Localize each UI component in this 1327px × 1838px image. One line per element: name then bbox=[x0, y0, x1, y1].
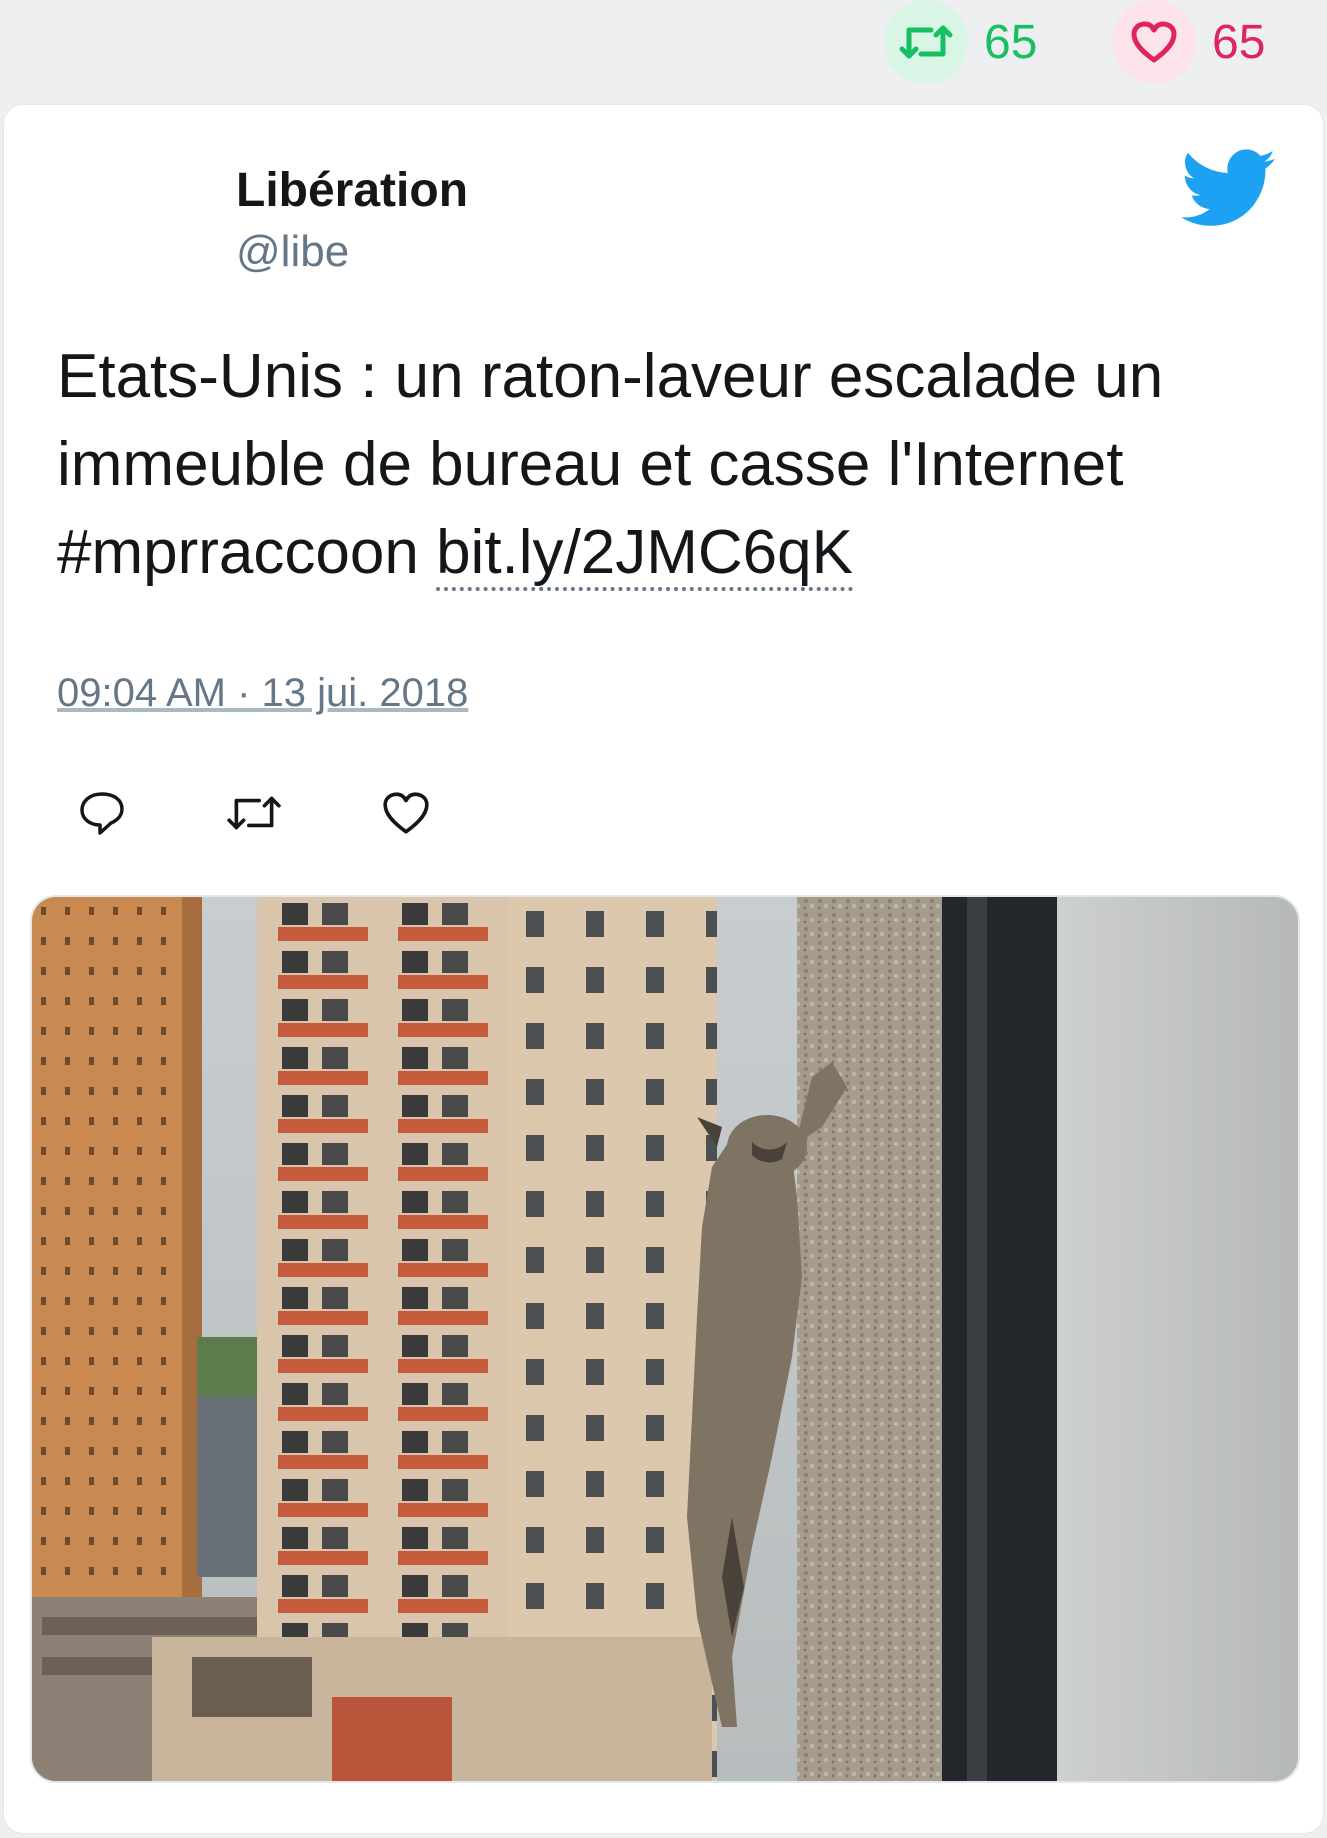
like-stat[interactable]: 65 bbox=[1112, 0, 1265, 84]
photo-raccoon-climbing-building bbox=[32, 897, 1298, 1781]
heart-action-icon[interactable] bbox=[378, 785, 434, 841]
retweet-icon[interactable] bbox=[884, 0, 968, 84]
tweet-text: Etats-Unis : un raton-laveur escalade un… bbox=[57, 333, 1277, 597]
tweet-media-image[interactable] bbox=[30, 895, 1300, 1783]
reply-icon[interactable] bbox=[74, 785, 130, 841]
retweet-stat[interactable]: 65 bbox=[884, 0, 1037, 84]
tweet-timestamp[interactable]: 09:04 AM · 13 jui. 2018 bbox=[57, 671, 468, 716]
tweet-card: Libération @libe Etats-Unis : un raton-l… bbox=[3, 104, 1324, 1834]
tweet-link[interactable]: bit.ly/2JMC6qK bbox=[436, 518, 853, 591]
author-handle[interactable]: @libe bbox=[236, 227, 349, 277]
twitter-bird-icon[interactable] bbox=[1181, 147, 1277, 231]
retweet-count: 65 bbox=[984, 15, 1038, 69]
tweet-actions bbox=[74, 785, 434, 845]
retweet-action-icon[interactable] bbox=[226, 785, 282, 841]
author-name[interactable]: Libération bbox=[236, 163, 468, 218]
heart-icon[interactable] bbox=[1112, 0, 1196, 84]
like-count: 65 bbox=[1212, 15, 1266, 69]
engagement-stats: 65 65 bbox=[0, 0, 1327, 90]
